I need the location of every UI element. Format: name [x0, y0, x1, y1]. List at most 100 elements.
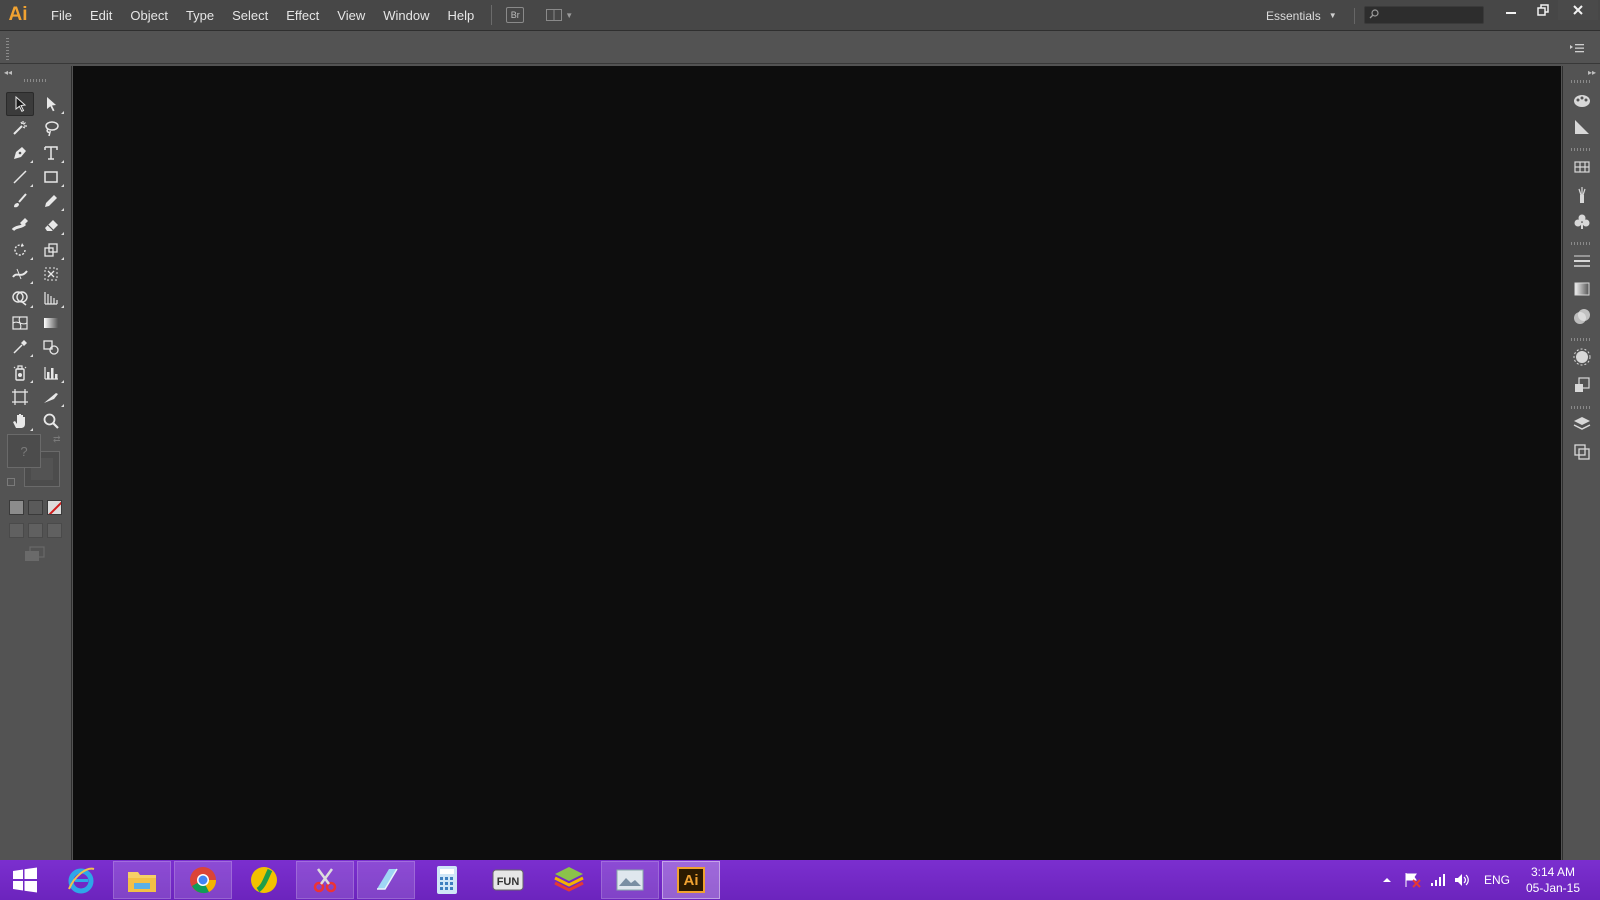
pen-tool[interactable]: [6, 141, 34, 165]
stroke-panel-button[interactable]: [1571, 250, 1593, 272]
network-tray[interactable]: [1430, 860, 1446, 900]
search-field[interactable]: [1364, 6, 1484, 24]
tools-panel-grip[interactable]: [24, 79, 46, 82]
color-button[interactable]: [9, 500, 24, 515]
dock-grip[interactable]: [1571, 406, 1591, 409]
direct-selection-tool[interactable]: [37, 92, 65, 116]
artboard-tool[interactable]: [6, 385, 34, 409]
type-tool[interactable]: [37, 141, 65, 165]
magic-wand-tool[interactable]: [6, 116, 34, 140]
brushes-panel-button[interactable]: [1571, 184, 1593, 206]
width-tool[interactable]: [6, 262, 34, 286]
menu-object[interactable]: Object: [121, 0, 177, 31]
tray-overflow-button[interactable]: [1382, 860, 1392, 900]
pencil-tool[interactable]: [37, 189, 65, 213]
blob-brush-tool[interactable]: [6, 213, 34, 237]
line-segment-tool[interactable]: [6, 165, 34, 189]
flyout-indicator-icon: [30, 184, 33, 187]
canvas-area[interactable]: [73, 66, 1561, 860]
draw-normal-icon[interactable]: [9, 523, 24, 538]
dock-grip[interactable]: [1571, 80, 1591, 83]
dock-grip[interactable]: [1571, 148, 1591, 151]
clock-time: 3:14 AM: [1530, 865, 1576, 879]
zoom-tool-icon: [43, 413, 59, 429]
taskbar-file-explorer[interactable]: [113, 861, 171, 899]
lasso-tool[interactable]: [37, 116, 65, 140]
volume-tray[interactable]: [1454, 860, 1470, 900]
menu-select[interactable]: Select: [223, 0, 277, 31]
arrange-documents-button[interactable]: ▼: [546, 9, 573, 21]
taskbar-app-green[interactable]: [235, 861, 293, 899]
taskbar-photo-app[interactable]: [601, 861, 659, 899]
symbols-panel-button[interactable]: [1571, 211, 1593, 233]
shape-builder-tool[interactable]: [6, 286, 34, 310]
none-button[interactable]: [47, 500, 62, 515]
collapse-panel-icon[interactable]: ◂◂: [4, 68, 12, 77]
transparency-panel-button[interactable]: [1571, 306, 1593, 328]
screen-mode-icon[interactable]: [24, 546, 46, 562]
scale-tool[interactable]: [37, 238, 65, 262]
taskbar-fun-app[interactable]: FUN: [479, 861, 537, 899]
zoom-tool[interactable]: [37, 409, 65, 433]
language-indicator[interactable]: ENG: [1484, 860, 1510, 900]
gradient-tool[interactable]: [37, 311, 65, 335]
taskbar-notepad[interactable]: [357, 861, 415, 899]
eyedropper-tool[interactable]: [6, 335, 34, 359]
close-button[interactable]: [1558, 0, 1598, 20]
restore-button[interactable]: [1528, 0, 1558, 20]
layers-panel-button[interactable]: [1571, 413, 1593, 435]
mesh-tool[interactable]: [6, 311, 34, 335]
color-panel-button[interactable]: [1571, 90, 1593, 112]
menu-window[interactable]: Window: [374, 0, 438, 31]
taskbar-clock[interactable]: 3:14 AM 05-Jan-15: [1520, 864, 1586, 896]
artboards-panel-button[interactable]: [1571, 441, 1593, 463]
paintbrush-tool[interactable]: [6, 189, 34, 213]
selection-tool[interactable]: [6, 92, 34, 116]
rectangle-tool[interactable]: [37, 165, 65, 189]
column-graph-tool[interactable]: [37, 361, 65, 385]
collapse-panel-icon[interactable]: ▸▸: [1588, 68, 1596, 77]
eraser-tool[interactable]: [37, 213, 65, 237]
default-fill-stroke-icon[interactable]: [7, 478, 15, 486]
blend-tool[interactable]: [37, 335, 65, 359]
rotate-tool[interactable]: [6, 238, 34, 262]
hand-tool[interactable]: [6, 409, 34, 433]
menu-edit[interactable]: Edit: [81, 0, 121, 31]
workspace-switcher[interactable]: Essentials ▼: [1266, 0, 1337, 31]
control-bar-grip[interactable]: [6, 38, 9, 60]
taskbar-chrome[interactable]: [174, 861, 232, 899]
dock-grip[interactable]: [1571, 242, 1591, 245]
free-transform-tool[interactable]: [37, 262, 65, 286]
draw-inside-icon[interactable]: [47, 523, 62, 538]
start-button[interactable]: [4, 860, 46, 900]
flyout-indicator-icon: [30, 257, 33, 260]
panel-menu-icon[interactable]: [1570, 42, 1584, 54]
action-center-tray[interactable]: [1404, 860, 1422, 900]
symbol-sprayer-tool[interactable]: [6, 361, 34, 385]
graphic-styles-panel-button[interactable]: [1571, 374, 1593, 396]
taskbar-illustrator[interactable]: Ai: [662, 861, 720, 899]
taskbar-internet-explorer[interactable]: [52, 861, 110, 899]
eyedropper-tool-icon: [13, 340, 27, 354]
swap-fill-stroke-icon[interactable]: ⇄: [53, 434, 61, 445]
gradient-panel-button[interactable]: [1571, 278, 1593, 300]
menu-file[interactable]: File: [42, 0, 81, 31]
gradient-button[interactable]: [28, 500, 43, 515]
color-guide-panel-button[interactable]: [1571, 116, 1593, 138]
fill-swatch[interactable]: ?: [7, 434, 41, 468]
taskbar-snipping-tool[interactable]: [296, 861, 354, 899]
taskbar-calculator[interactable]: [418, 861, 476, 899]
perspective-grid-tool[interactable]: [37, 286, 65, 310]
bridge-button[interactable]: Br: [506, 7, 525, 23]
taskbar-bluestacks[interactable]: [540, 861, 598, 899]
menu-type[interactable]: Type: [177, 0, 223, 31]
dock-grip[interactable]: [1571, 338, 1591, 341]
menu-view[interactable]: View: [328, 0, 374, 31]
menu-effect[interactable]: Effect: [277, 0, 328, 31]
slice-tool[interactable]: [37, 385, 65, 409]
draw-behind-icon[interactable]: [28, 523, 43, 538]
swatches-panel-button[interactable]: [1571, 156, 1593, 178]
minimize-button[interactable]: [1496, 0, 1526, 20]
appearance-panel-button[interactable]: [1571, 346, 1593, 368]
menu-help[interactable]: Help: [438, 0, 483, 31]
